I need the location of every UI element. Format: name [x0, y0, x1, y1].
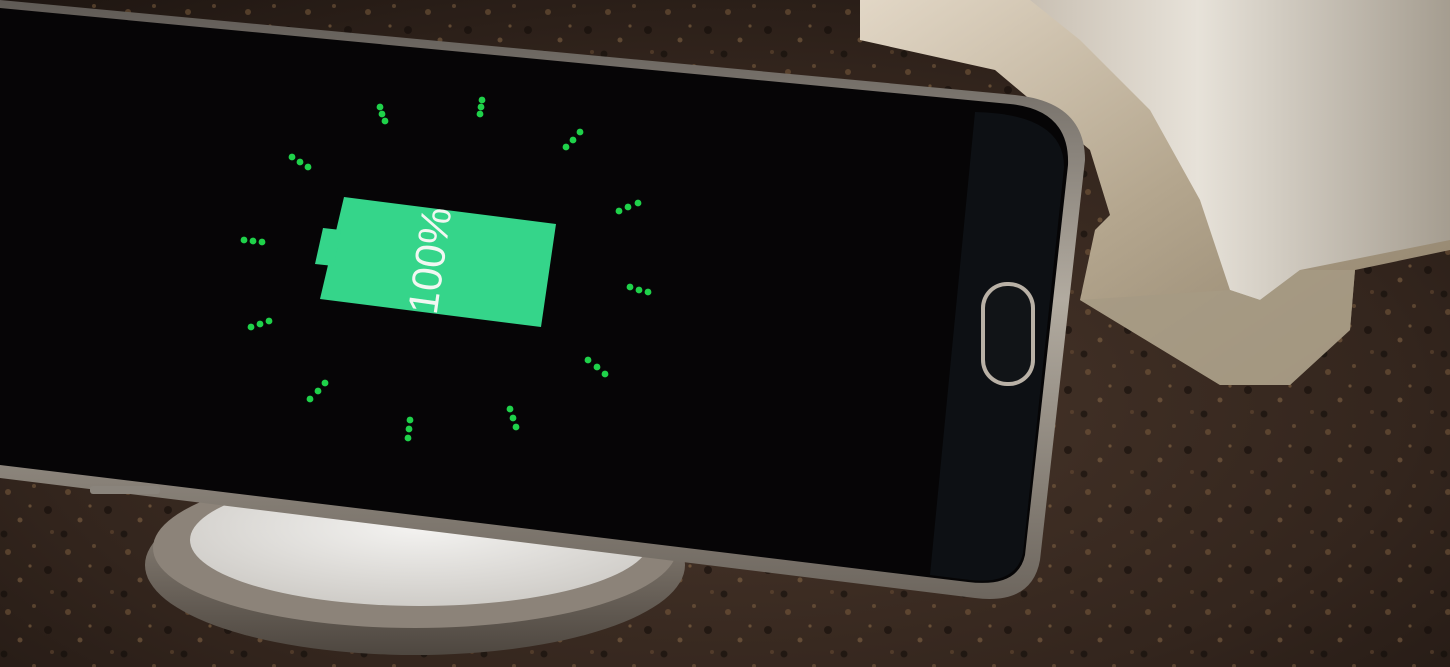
scene: 100%	[0, 0, 1450, 667]
wireless-charging-photo: 100%	[0, 0, 1450, 667]
home-button-icon[interactable]	[981, 282, 1035, 386]
side-button	[90, 486, 160, 494]
